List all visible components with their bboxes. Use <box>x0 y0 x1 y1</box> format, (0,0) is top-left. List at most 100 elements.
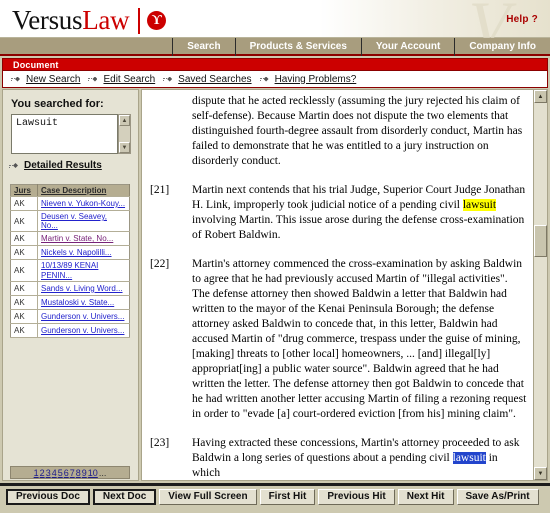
page-link-10[interactable]: 10 <box>87 468 98 478</box>
table-row[interactable]: AK 10/13/89 KENAI PENIN... <box>10 259 130 282</box>
document-paragraph: [23] Having extracted these concessions,… <box>150 436 528 480</box>
cell-case-description: Martin v. State, No... <box>37 231 130 247</box>
cell-case-description: Gunderson v. Univers... <box>37 309 130 324</box>
table-row[interactable]: AK Sands v. Living Word... <box>10 281 130 296</box>
cell-jurisdiction: AK <box>10 196 38 211</box>
case-link[interactable]: Sands v. Living Word... <box>41 284 123 293</box>
versuslaw-logo[interactable]: Versus Law ϒ <box>12 5 167 36</box>
first-hit-button[interactable]: First Hit <box>259 489 316 505</box>
cell-case-description: Deusen v. Seavey, No... <box>37 210 130 233</box>
document-section-bar: Document <box>2 58 548 71</box>
paragraph-number: [21] <box>150 184 170 196</box>
bullet-arrow-icon <box>259 75 271 84</box>
query-scroll-up-icon[interactable]: ▲ <box>119 115 130 126</box>
previous-doc-button[interactable]: Previous Doc <box>6 489 90 505</box>
document-section-title: Document <box>13 60 59 70</box>
bullet-arrow-icon <box>9 161 20 170</box>
sub-navigation: New Search Edit Search Saved Searches Ha… <box>2 71 548 88</box>
nav-item-your-account[interactable]: Your Account <box>360 38 454 56</box>
paragraph-segment: dispute that he acted recklessly (assumi… <box>192 95 523 167</box>
table-row[interactable]: AK Martin v. State, No... <box>10 231 130 247</box>
document-text: dispute that he acted recklessly (assumi… <box>142 90 534 480</box>
cell-case-description: Nickels v. Napolilli... <box>37 245 130 261</box>
paragraph-number: [22] <box>150 258 170 270</box>
scroll-up-icon[interactable]: ▲ <box>534 90 547 103</box>
cell-case-description: Sands v. Living Word... <box>37 281 130 296</box>
table-row[interactable]: AK Nickels v. Napolilli... <box>10 245 130 261</box>
subnav-label-having-problems: Having Problems? <box>274 73 357 85</box>
next-doc-button[interactable]: Next Doc <box>92 489 157 505</box>
case-results-table: Jurs Case Description AK Nieven v. Yukon… <box>10 184 130 338</box>
subnav-item-new-search[interactable]: New Search <box>11 74 80 85</box>
paragraph-number <box>150 94 192 169</box>
logo-divider <box>138 7 141 34</box>
table-row[interactable]: AK Nieven v. Yukon-Kouy... <box>10 196 130 211</box>
subnav-label-saved-searches: Saved Searches <box>178 73 252 85</box>
scroll-down-icon[interactable]: ▼ <box>534 467 547 480</box>
cell-jurisdiction: AK <box>10 281 38 296</box>
case-link[interactable]: Mustaloski v. State... <box>41 298 114 307</box>
logo-text-law: Law <box>82 5 130 35</box>
search-hit-highlight: lawsuit <box>462 199 497 211</box>
versuslaw-mark-icon: ϒ <box>147 11 167 30</box>
cell-case-description: Mustaloski v. State... <box>37 295 130 310</box>
main-navigation: Search Products & Services Your Account … <box>0 38 550 56</box>
case-link[interactable]: Gunderson v. Univers... <box>41 326 124 335</box>
case-link[interactable]: Martin v. State, No... <box>41 234 113 243</box>
table-row[interactable]: AK Gunderson v. Univers... <box>10 309 130 324</box>
nav-item-company-info[interactable]: Company Info <box>454 38 550 56</box>
query-scroll-down-icon[interactable]: ▼ <box>119 142 130 153</box>
column-header-jurisdiction[interactable]: Jurs <box>10 184 38 197</box>
versuslaw-document-window: V Versus Law ϒ Help ? Search Products & S… <box>0 0 550 513</box>
scrollbar-thumb[interactable] <box>534 225 547 257</box>
table-header-row: Jurs Case Description <box>10 184 130 197</box>
column-header-case-description[interactable]: Case Description <box>37 184 130 197</box>
selected-search-hit: lawsuit <box>452 452 486 464</box>
document-toolbar: Previous Doc Next Doc View Full Screen F… <box>0 483 550 513</box>
case-link[interactable]: Nieven v. Yukon-Kouy... <box>41 199 125 208</box>
subnav-item-edit-search[interactable]: Edit Search <box>88 74 155 85</box>
search-results-sidebar: You searched for: Lawsuit ▲ ▼ Detailed R… <box>2 89 139 481</box>
document-paragraph: [22] Martin's attorney commenced the cro… <box>150 257 528 422</box>
paragraph-segment: involving Martin. This issue arose durin… <box>192 214 525 241</box>
table-row[interactable]: AK Gunderson v. Univers... <box>10 323 130 338</box>
content-area: You searched for: Lawsuit ▲ ▼ Detailed R… <box>0 89 550 483</box>
header-logo-bar: V Versus Law ϒ Help ? <box>0 0 550 63</box>
subnav-item-having-problems[interactable]: Having Problems? <box>259 73 357 85</box>
subnav-item-saved-searches[interactable]: Saved Searches <box>163 73 252 85</box>
next-hit-button[interactable]: Next Hit <box>397 489 454 505</box>
document-scrollbar[interactable]: ▲ ▼ <box>533 90 547 480</box>
nav-item-search[interactable]: Search <box>172 38 234 56</box>
table-row[interactable]: AK Deusen v. Seavey, No... <box>10 210 130 233</box>
document-paragraph: dispute that he acted recklessly (assumi… <box>150 94 528 169</box>
bullet-arrow-icon <box>11 75 22 84</box>
save-as-print-button[interactable]: Save As/Print <box>456 489 539 505</box>
detailed-results-link[interactable]: Detailed Results <box>9 160 102 171</box>
cell-jurisdiction: AK <box>10 259 38 282</box>
previous-hit-button[interactable]: Previous Hit <box>318 489 395 505</box>
search-query-box[interactable]: Lawsuit <box>11 114 118 154</box>
results-pagination: 1 2 3 4 5 6 7 8 9 10 ... <box>10 466 130 479</box>
cell-jurisdiction: AK <box>10 323 38 338</box>
cell-jurisdiction: AK <box>10 231 38 247</box>
cell-case-description: Nieven v. Yukon-Kouy... <box>37 196 130 211</box>
case-link[interactable]: Nickels v. Napolilli... <box>41 248 112 257</box>
scrollbar-track[interactable] <box>534 103 547 467</box>
cell-case-description: 10/13/89 KENAI PENIN... <box>37 259 130 282</box>
table-row[interactable]: AK Mustaloski v. State... <box>10 295 130 310</box>
paragraph-body: Having extracted these concessions, Mart… <box>192 436 528 480</box>
case-link[interactable]: Gunderson v. Univers... <box>41 312 124 321</box>
help-link[interactable]: Help ? <box>506 14 538 25</box>
subnav-label-new-search: New Search <box>26 73 81 85</box>
page-link-more[interactable]: ... <box>98 468 107 478</box>
case-link[interactable]: 10/13/89 KENAI PENIN... <box>41 261 98 279</box>
subnav-label-edit-search: Edit Search <box>103 73 156 85</box>
query-box-scrollbar[interactable]: ▲ ▼ <box>118 114 131 154</box>
cell-case-description: Gunderson v. Univers... <box>37 323 130 338</box>
nav-item-products-services[interactable]: Products & Services <box>234 38 361 56</box>
paragraph-body: Martin's attorney commenced the cross-ex… <box>192 257 528 422</box>
searched-for-label: You searched for: <box>11 98 104 110</box>
view-full-screen-button[interactable]: View Full Screen <box>159 489 257 505</box>
case-link[interactable]: Deusen v. Seavey, No... <box>41 212 107 230</box>
bullet-arrow-icon <box>163 75 174 84</box>
